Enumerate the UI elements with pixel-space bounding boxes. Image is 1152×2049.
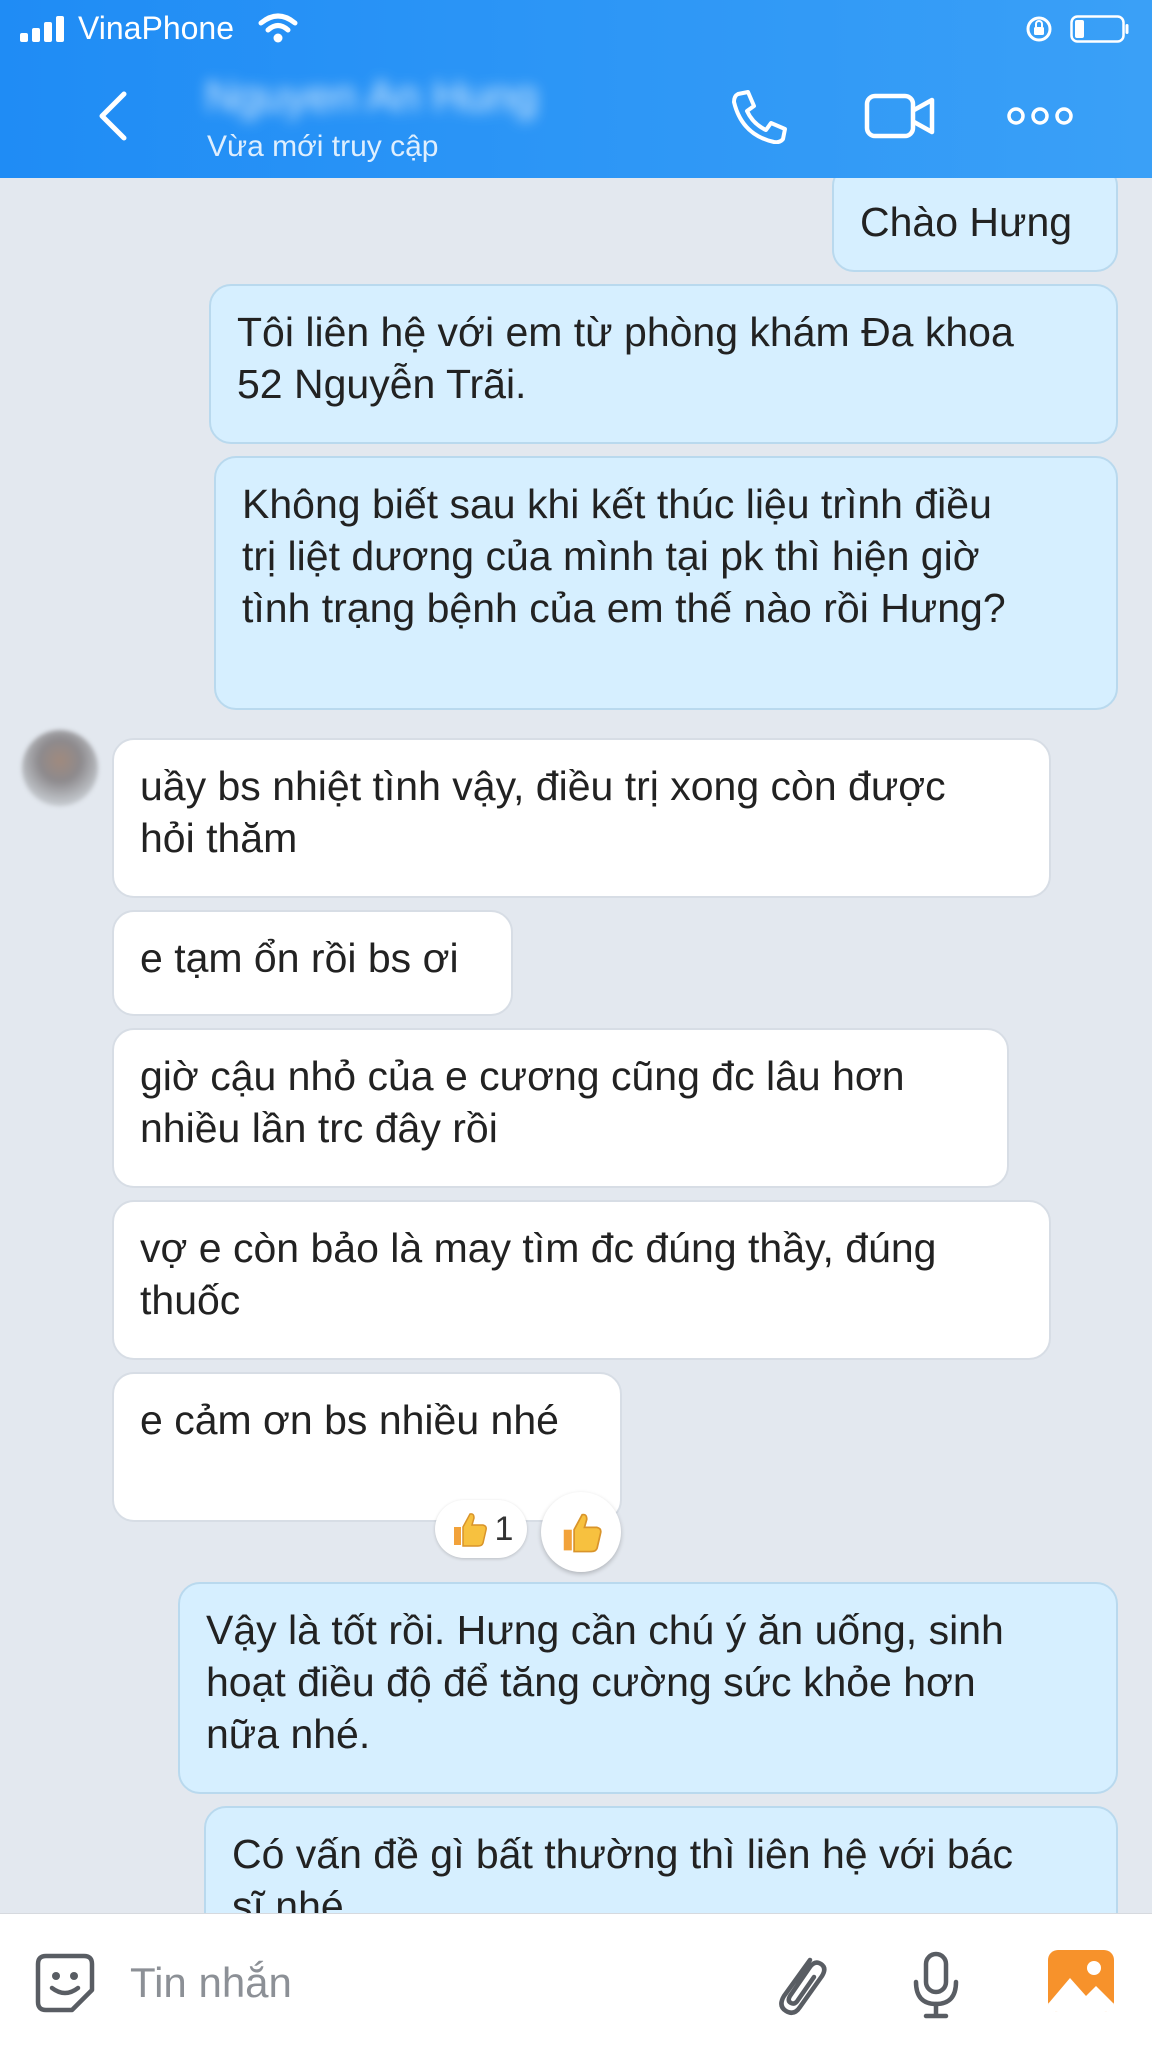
thumbs-up-icon bbox=[563, 1513, 602, 1553]
message-text: 52 Nguyễn Trãi. bbox=[237, 361, 527, 407]
message-text: e tạm ổn rồi bs ơi bbox=[140, 935, 459, 981]
video-call-button[interactable] bbox=[864, 88, 936, 144]
more-options-button[interactable] bbox=[1006, 88, 1074, 144]
message-input[interactable] bbox=[128, 1944, 732, 2022]
message-list[interactable]: Chào Hưng Tôi liên hệ với em từ phòng kh… bbox=[0, 178, 1152, 1913]
thumbs-up-icon bbox=[453, 1513, 487, 1547]
message-text: Chào Hưng bbox=[860, 199, 1073, 245]
voice-call-button[interactable] bbox=[728, 88, 790, 144]
message-composer bbox=[0, 1913, 1152, 2049]
message-bubble-outgoing[interactable]: Có vấn đề gì bất thường thì liên hệ với … bbox=[204, 1806, 1118, 1913]
message-text: hoạt điều độ để tăng cường sức khỏe hơn bbox=[206, 1659, 976, 1705]
wifi-icon bbox=[258, 13, 298, 43]
message-text: sĩ nhé bbox=[232, 1883, 344, 1913]
message-text: uầy bs nhiệt tình vậy, điều trị xong còn… bbox=[140, 763, 946, 809]
reaction-summary[interactable]: 1 bbox=[435, 1500, 527, 1558]
reaction-count: 1 bbox=[494, 1509, 514, 1548]
carrier-name: VinaPhone bbox=[78, 10, 234, 46]
message-text: vợ e còn bảo là may tìm đc đúng thầy, đú… bbox=[140, 1225, 937, 1271]
message-text: Có vấn đề gì bất thường thì liên hệ với … bbox=[232, 1831, 1013, 1877]
contact-name[interactable]: Nguyen An Hung bbox=[205, 72, 538, 122]
image-gallery-button[interactable] bbox=[1046, 1948, 1116, 2014]
battery-icon bbox=[1070, 15, 1129, 43]
message-bubble-incoming[interactable]: uầy bs nhiệt tình vậy, điều trị xong còn… bbox=[112, 738, 1051, 898]
status-bar: VinaPhone bbox=[0, 0, 1152, 58]
chat-header: VinaPhone Nguyen An Hung Vừa mới truy cậ… bbox=[0, 0, 1152, 178]
attach-file-button[interactable] bbox=[770, 1950, 830, 2018]
message-bubble-incoming[interactable]: giờ cậu nhỏ của e cương cũng đc lâu hơn … bbox=[112, 1028, 1009, 1188]
message-bubble-outgoing[interactable]: Vậy là tốt rồi. Hưng cần chú ý ăn uống, … bbox=[178, 1582, 1118, 1794]
message-text: thuốc bbox=[140, 1277, 241, 1323]
message-text: trị liệt dương của mình tại pk thì hiện … bbox=[242, 533, 980, 579]
message-text: hỏi thăm bbox=[140, 815, 298, 861]
message-bubble-incoming[interactable]: vợ e còn bảo là may tìm đc đúng thầy, đú… bbox=[112, 1200, 1051, 1360]
message-text: Vậy là tốt rồi. Hưng cần chú ý ăn uống, … bbox=[206, 1607, 1004, 1653]
message-bubble-outgoing[interactable]: Không biết sau khi kết thúc liệu trình đ… bbox=[214, 456, 1118, 710]
message-text: nhiều lần trc đây rồi bbox=[140, 1105, 498, 1151]
message-text: e cảm ơn bs nhiều nhé bbox=[140, 1397, 559, 1443]
message-bubble-incoming[interactable]: e tạm ổn rồi bs ơi bbox=[112, 910, 513, 1016]
message-text: nữa nhé. bbox=[206, 1711, 371, 1757]
last-seen-status: Vừa mới truy cập bbox=[207, 130, 439, 163]
message-bubble-incoming[interactable]: e cảm ơn bs nhiều nhé bbox=[112, 1372, 622, 1522]
message-text: giờ cậu nhỏ của e cương cũng đc lâu hơn bbox=[140, 1053, 905, 1099]
back-button[interactable] bbox=[90, 88, 140, 144]
message-bubble-outgoing[interactable]: Chào Hưng bbox=[832, 178, 1118, 272]
sticker-button[interactable] bbox=[32, 1950, 98, 2016]
message-text: Tôi liên hệ với em từ phòng khám Đa khoa bbox=[237, 309, 1014, 355]
microphone-button[interactable] bbox=[906, 1950, 966, 2020]
rotation-lock-icon bbox=[1026, 16, 1052, 42]
signal-strength-icon bbox=[20, 16, 68, 42]
message-bubble-outgoing[interactable]: Tôi liên hệ với em từ phòng khám Đa khoa… bbox=[209, 284, 1118, 444]
message-text: Không biết sau khi kết thúc liệu trình đ… bbox=[242, 481, 992, 527]
contact-avatar[interactable] bbox=[22, 730, 98, 806]
message-text: tình trạng bệnh của em thế nào rồi Hưng? bbox=[242, 585, 1006, 631]
react-button[interactable] bbox=[541, 1492, 621, 1572]
